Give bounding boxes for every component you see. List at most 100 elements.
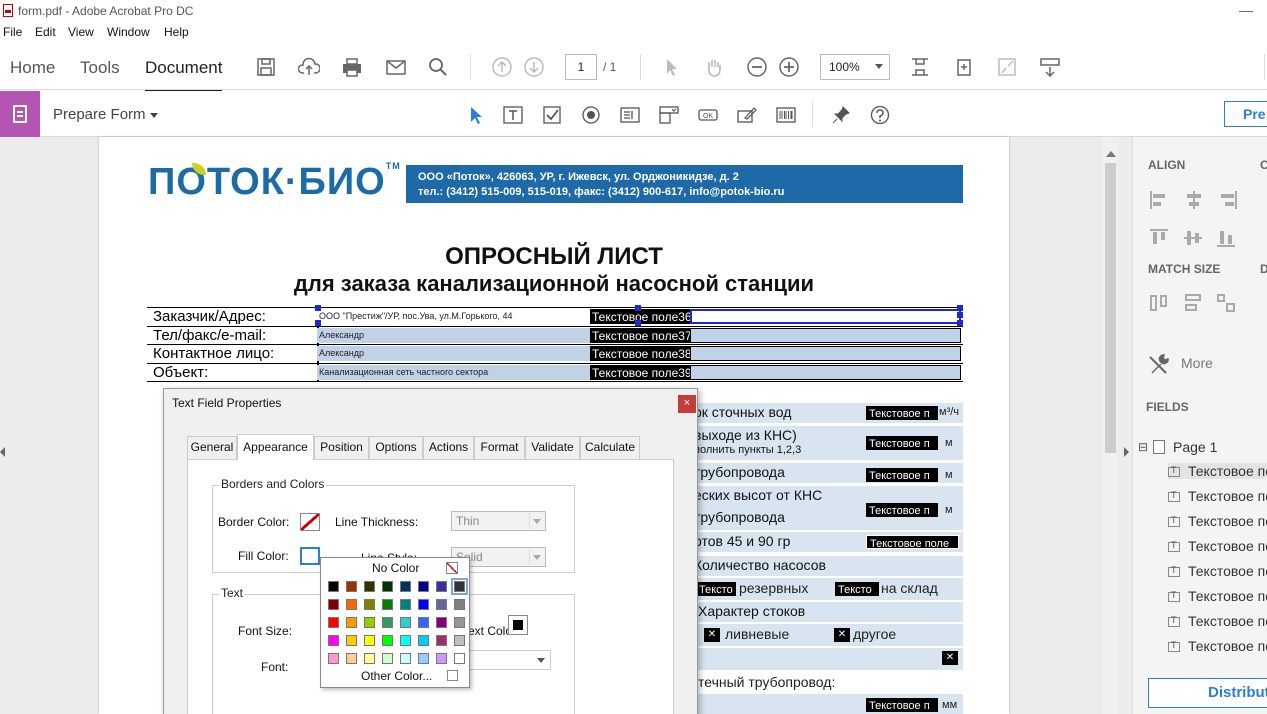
color-swatch[interactable] bbox=[382, 581, 393, 592]
match-width-icon[interactable] bbox=[1150, 294, 1170, 312]
tree-field-item[interactable]: Текстовое по bbox=[1168, 488, 1267, 504]
color-swatch[interactable] bbox=[382, 617, 393, 628]
color-swatch[interactable] bbox=[364, 617, 375, 628]
tab-general[interactable]: General bbox=[187, 436, 237, 459]
menu-help[interactable]: Help bbox=[164, 25, 189, 39]
page-number-input[interactable]: 1 bbox=[565, 54, 597, 80]
color-swatch[interactable] bbox=[328, 617, 339, 628]
field-box[interactable] bbox=[690, 364, 961, 380]
color-swatch[interactable] bbox=[418, 581, 429, 592]
rotate-page-icon[interactable] bbox=[951, 54, 977, 80]
tab-tools[interactable]: Tools bbox=[80, 58, 120, 78]
save-icon[interactable] bbox=[253, 54, 279, 80]
tab-home[interactable]: Home bbox=[10, 58, 55, 78]
color-swatch[interactable] bbox=[364, 653, 375, 664]
close-button[interactable]: × bbox=[678, 395, 696, 413]
tree-field-item[interactable]: Текстовое по bbox=[1168, 613, 1267, 629]
tree-field-item[interactable]: Текстовое по bbox=[1168, 463, 1267, 479]
menu-edit[interactable]: Edit bbox=[35, 25, 56, 39]
tab-validate[interactable]: Validate bbox=[525, 436, 580, 459]
color-swatch[interactable] bbox=[346, 635, 357, 646]
color-swatch[interactable] bbox=[328, 653, 339, 664]
text-field[interactable]: Текстовое п bbox=[866, 468, 938, 482]
color-swatch[interactable] bbox=[346, 599, 357, 610]
hand-tool-icon[interactable] bbox=[701, 54, 727, 80]
color-swatch[interactable] bbox=[400, 581, 411, 592]
dropdown-tool-icon[interactable] bbox=[658, 104, 680, 126]
text-field[interactable]: Текстовое п bbox=[866, 436, 938, 450]
color-swatch[interactable] bbox=[436, 635, 447, 646]
align-middle-icon[interactable] bbox=[1184, 229, 1204, 247]
color-swatch[interactable] bbox=[382, 653, 393, 664]
tree-field-item[interactable]: Текстовое по bbox=[1168, 563, 1267, 579]
more-tools-icon[interactable] bbox=[1037, 54, 1063, 80]
help-icon[interactable] bbox=[869, 104, 891, 126]
color-swatch[interactable] bbox=[400, 653, 411, 664]
color-swatch[interactable] bbox=[418, 599, 429, 610]
right-panel-toggle-icon[interactable] bbox=[1124, 447, 1129, 457]
button-tool-icon[interactable]: OK bbox=[697, 104, 719, 126]
color-swatch[interactable] bbox=[418, 617, 429, 628]
text-field[interactable]: Текстовое п bbox=[866, 406, 938, 420]
border-color-swatch[interactable] bbox=[300, 513, 320, 531]
color-swatch[interactable] bbox=[346, 581, 357, 592]
color-swatch[interactable] bbox=[418, 635, 429, 646]
color-swatch[interactable] bbox=[346, 617, 357, 628]
tree-collapse-icon[interactable]: ⊟ bbox=[1138, 440, 1148, 454]
tab-format[interactable]: Format bbox=[474, 436, 525, 459]
text-field[interactable]: Текстовое поле38 bbox=[590, 346, 690, 361]
list-box-tool-icon[interactable] bbox=[619, 104, 641, 126]
color-swatch[interactable] bbox=[418, 653, 429, 664]
search-icon[interactable] bbox=[425, 54, 451, 80]
resize-handle[interactable] bbox=[315, 320, 321, 326]
checkbox[interactable]: ✕ bbox=[834, 628, 850, 642]
tree-field-item[interactable]: Текстовое по bbox=[1168, 638, 1267, 654]
digital-signature-icon[interactable] bbox=[736, 104, 758, 126]
selected-field-box[interactable] bbox=[690, 309, 961, 324]
color-swatch[interactable] bbox=[346, 653, 357, 664]
zoom-out-icon[interactable] bbox=[744, 54, 770, 80]
resize-handle[interactable] bbox=[957, 320, 963, 326]
form-value[interactable]: Александр bbox=[317, 327, 591, 343]
match-both-icon[interactable] bbox=[1217, 294, 1237, 312]
more-button[interactable]: More bbox=[1181, 355, 1213, 371]
resize-handle[interactable] bbox=[635, 305, 641, 311]
color-swatch[interactable] bbox=[400, 599, 411, 610]
next-page-icon[interactable] bbox=[521, 54, 547, 80]
color-swatch[interactable] bbox=[328, 635, 339, 646]
scroll-up-icon[interactable] bbox=[1106, 151, 1116, 157]
color-swatch[interactable] bbox=[364, 635, 375, 646]
text-field[interactable]: Тексто bbox=[835, 582, 879, 596]
vertical-scrollbar[interactable] bbox=[1102, 137, 1119, 714]
fit-page-icon[interactable] bbox=[907, 54, 933, 80]
minimize-button[interactable]: — bbox=[1239, 2, 1253, 18]
line-thickness-select[interactable]: Thin bbox=[451, 511, 546, 531]
color-swatch[interactable] bbox=[436, 599, 447, 610]
match-height-icon[interactable] bbox=[1184, 294, 1204, 312]
text-field-icon[interactable] bbox=[502, 104, 524, 126]
tools-more-icon[interactable] bbox=[1148, 353, 1170, 375]
previous-page-icon[interactable] bbox=[489, 54, 515, 80]
distribute-button[interactable]: Distribut bbox=[1148, 678, 1267, 708]
select-cursor-icon[interactable] bbox=[658, 54, 684, 80]
checkbox-tool-icon[interactable] bbox=[541, 104, 563, 126]
color-swatch[interactable] bbox=[364, 599, 375, 610]
tree-field-item[interactable]: Текстовое по bbox=[1168, 588, 1267, 604]
color-swatch[interactable] bbox=[451, 578, 468, 595]
menu-file[interactable]: File bbox=[3, 25, 22, 39]
tab-document[interactable]: Document bbox=[145, 58, 223, 92]
barcode-tool-icon[interactable] bbox=[775, 104, 797, 126]
resize-handle[interactable] bbox=[315, 305, 321, 311]
menu-window[interactable]: Window bbox=[107, 25, 150, 39]
fill-color-swatch[interactable] bbox=[300, 547, 320, 565]
preview-button[interactable]: Pre bbox=[1224, 101, 1267, 127]
text-field[interactable]: Текстовое поле37 bbox=[590, 327, 690, 343]
other-color-option[interactable]: Other Color... bbox=[361, 669, 432, 683]
no-color-icon[interactable] bbox=[446, 562, 458, 574]
left-panel-toggle-icon[interactable] bbox=[0, 447, 5, 457]
tree-field-item[interactable]: Текстовое по bbox=[1168, 513, 1267, 529]
color-swatch[interactable] bbox=[436, 617, 447, 628]
full-screen-icon[interactable] bbox=[994, 54, 1020, 80]
text-field[interactable]: Текстовое поле bbox=[866, 535, 959, 549]
form-value[interactable]: Канализационная сеть частного сектора bbox=[317, 364, 591, 380]
